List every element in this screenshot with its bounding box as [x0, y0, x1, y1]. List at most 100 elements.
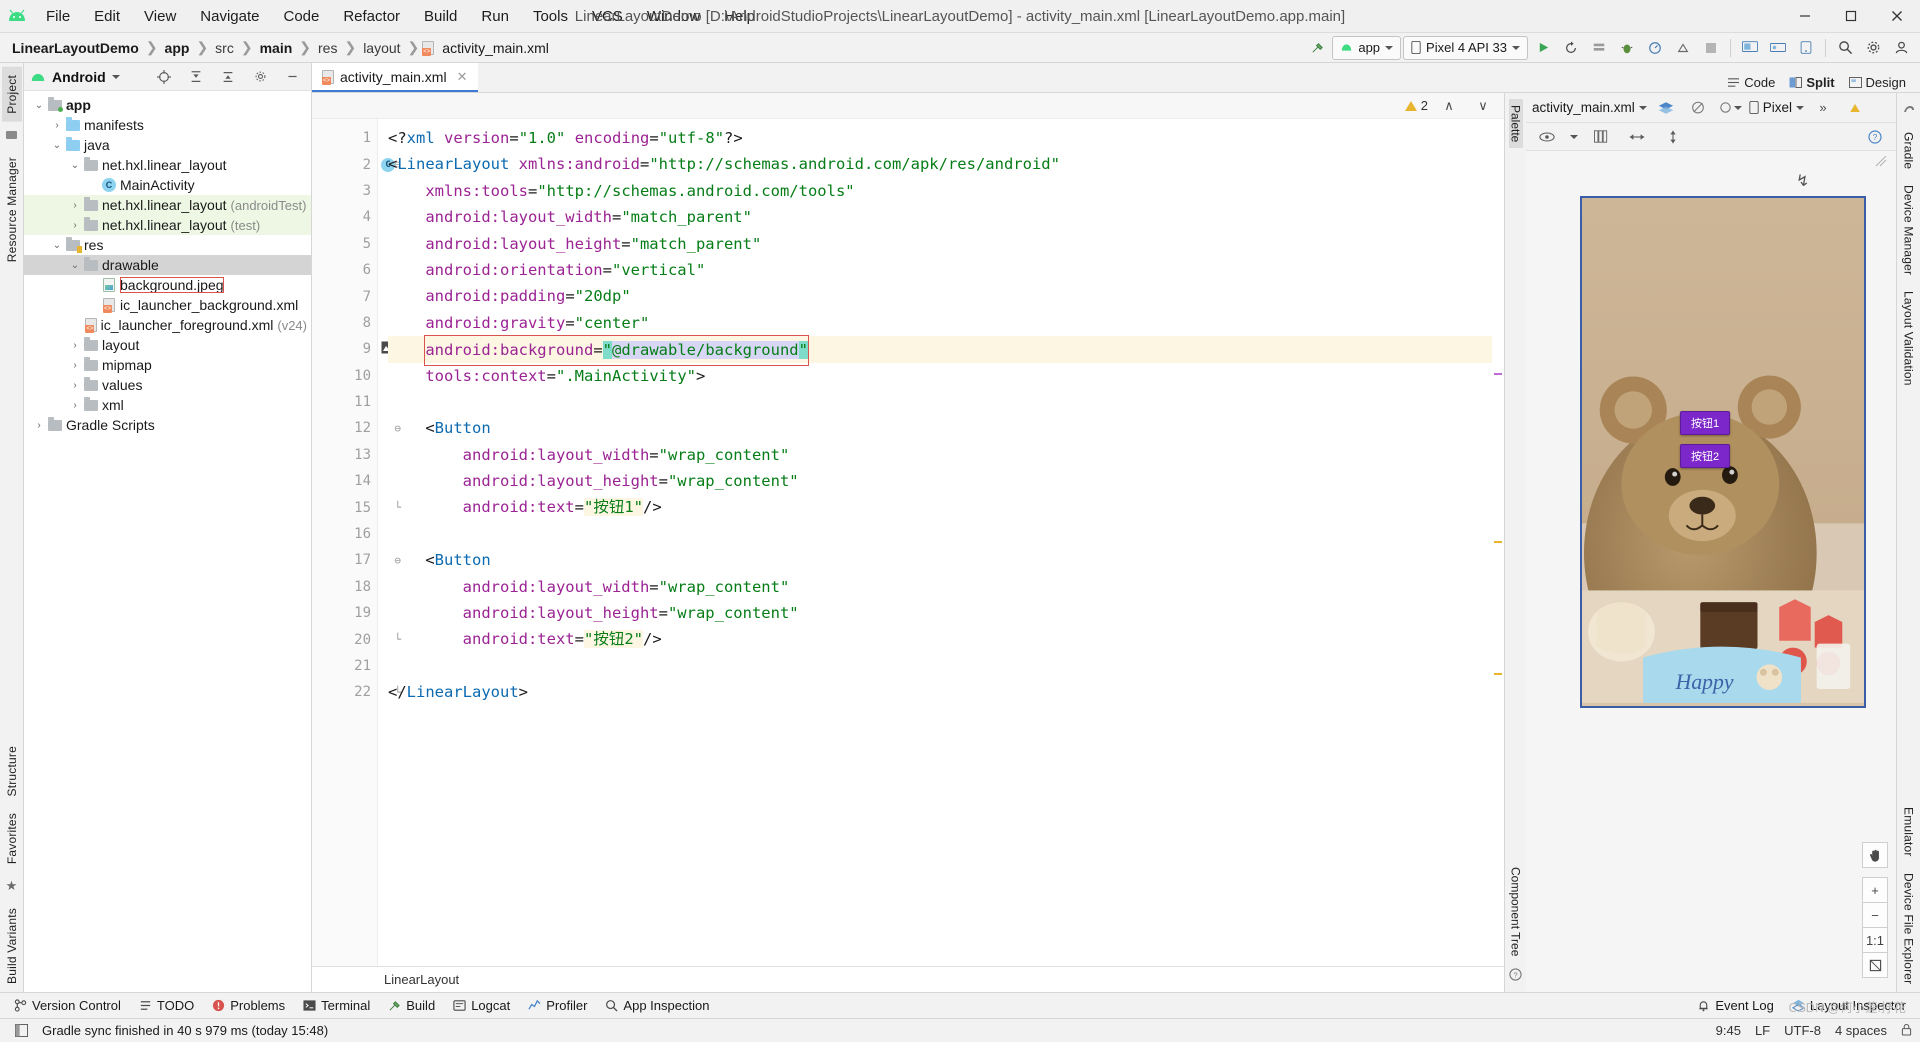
breadcrumb-src[interactable]: src [211, 38, 238, 58]
search-icon[interactable] [1832, 36, 1858, 60]
tree-expand-arrow[interactable]: ⌄ [50, 140, 64, 151]
preview-file-selector[interactable]: activity_main.xml [1532, 100, 1647, 115]
next-problem-icon[interactable]: ∨ [1470, 94, 1496, 118]
menu-build[interactable]: Build [412, 4, 469, 29]
line-number[interactable]: 21 [312, 653, 377, 679]
tree-expand-arrow[interactable]: ⌄ [50, 240, 64, 251]
menu-navigate[interactable]: Navigate [188, 4, 271, 29]
line-number[interactable]: 13 [312, 442, 377, 468]
select-opened-file-icon[interactable] [151, 65, 177, 89]
expand-all-icon[interactable] [183, 65, 209, 89]
code-line[interactable]: <Button [388, 547, 1504, 573]
pan-tool-icon[interactable] [1862, 842, 1888, 868]
code-line[interactable] [388, 521, 1504, 547]
device-selector[interactable]: Pixel 4 API 33 [1403, 35, 1528, 60]
code-line[interactable]: android:padding="20dp" [388, 283, 1504, 309]
code-line[interactable]: android:layout_height="wrap_content" [388, 600, 1504, 626]
breadcrumb-app[interactable]: app [161, 38, 194, 58]
attach-debugger-icon[interactable] [1670, 36, 1696, 60]
code-line[interactable]: android:background="@drawable/background… [388, 335, 1504, 366]
profile-button[interactable] [1642, 36, 1668, 60]
line-number-gutter[interactable]: 1 2 C ⊖ 3 4 5 6 7 8 9 10 11 12 ⊖ 13 14 15 └ 16 17 ⊖ 18 19 20 └ 21 2… [312, 119, 401, 966]
menu-bar[interactable]: File Edit View Navigate Code Refactor Bu… [34, 4, 767, 29]
run-configuration-selector[interactable]: app [1332, 35, 1402, 60]
preview-warning-icon[interactable] [1842, 96, 1868, 120]
tree-expand-arrow[interactable]: ⌄ [68, 260, 82, 271]
code-line[interactable]: android:text="按钮1"/> [388, 494, 1504, 520]
previous-problem-icon[interactable]: ∧ [1436, 94, 1462, 118]
caret-position[interactable]: 9:45 [1716, 1023, 1741, 1038]
sidebar-tab-gradle[interactable]: Gradle [1899, 124, 1919, 177]
zoom-to-fit-button[interactable] [1862, 952, 1888, 978]
device-manager-icon[interactable] [1793, 36, 1819, 60]
line-number[interactable]: 5 [312, 231, 377, 257]
line-number[interactable]: 15 └ [312, 494, 401, 520]
line-number[interactable]: 11 [312, 389, 377, 415]
vertical-constraint-icon[interactable] [1660, 125, 1686, 149]
indent-setting[interactable]: 4 spaces [1835, 1023, 1887, 1038]
code-line[interactable]: android:layout_width="match_parent" [388, 204, 1504, 230]
line-number[interactable]: 19 [312, 600, 377, 626]
zoom-out-button[interactable]: − [1862, 902, 1888, 928]
menu-run[interactable]: Run [469, 4, 521, 29]
line-number[interactable]: 6 [312, 257, 377, 283]
error-stripe[interactable] [1492, 145, 1504, 966]
menu-refactor[interactable]: Refactor [331, 4, 412, 29]
code-line[interactable]: android:layout_width="wrap_content" [388, 574, 1504, 600]
sidebar-tab-emulator[interactable]: Emulator [1899, 799, 1919, 865]
tree-expand-arrow[interactable]: › [68, 400, 82, 411]
tool-problems[interactable]: Problems [204, 996, 293, 1015]
code-line[interactable]: android:text="按钮2"/> [388, 626, 1504, 652]
tool-app-inspection[interactable]: App Inspection [597, 996, 717, 1015]
line-number[interactable]: 8 [312, 310, 377, 336]
code-line[interactable]: android:orientation="vertical" [388, 257, 1504, 283]
tool-profiler[interactable]: Profiler [520, 996, 595, 1015]
minimize-button[interactable] [1782, 0, 1828, 33]
toggle-tool-windows-icon[interactable] [8, 1019, 34, 1042]
orientation-icon[interactable] [1717, 96, 1743, 120]
line-number[interactable]: 17 ⊖ [312, 547, 401, 573]
tree-node-ic-launcher-background-xml[interactable]: ic_launcher_background.xml [24, 295, 311, 315]
sidebar-tab-favorites[interactable]: Favorites [2, 805, 22, 872]
stop-button[interactable] [1698, 36, 1724, 60]
palette-tab[interactable]: Palette [1508, 99, 1523, 149]
code-line[interactable]: tools:context=".MainActivity"> [388, 363, 1504, 389]
chevron-down-icon[interactable] [111, 74, 120, 79]
sidebar-tab-device-manager[interactable]: Device Manager [1899, 177, 1919, 283]
tree-node-net-hxl-linear-layout[interactable]: › net.hxl.linear_layout (test) [24, 215, 311, 235]
code-line[interactable]: android:layout_width="wrap_content" [388, 442, 1504, 468]
breadcrumb-res[interactable]: res [314, 38, 341, 58]
line-separator[interactable]: LF [1755, 1023, 1770, 1038]
hide-panel-icon[interactable] [279, 65, 305, 89]
code-line[interactable] [388, 389, 1504, 415]
tree-node-app[interactable]: ⌄ app [24, 95, 311, 115]
menu-window[interactable]: Window [635, 4, 712, 29]
sdk-manager-icon[interactable] [1765, 36, 1791, 60]
hammer-icon[interactable] [1304, 36, 1330, 60]
avd-manager-icon[interactable] [1737, 36, 1763, 60]
preview-button-2[interactable]: 按钮2 [1680, 444, 1731, 468]
tree-node-res[interactable]: ⌄ res [24, 235, 311, 255]
lock-icon[interactable] [1901, 1023, 1912, 1039]
sidebar-tab-structure[interactable]: Structure [2, 738, 22, 805]
line-number[interactable]: 20 └ [312, 626, 401, 652]
tree-node-layout[interactable]: › layout [24, 335, 311, 355]
element-path-breadcrumb[interactable]: LinearLayout [312, 966, 1504, 992]
tree-expand-arrow[interactable]: › [68, 360, 82, 371]
code-line[interactable]: android:layout_height="wrap_content" [388, 468, 1504, 494]
close-icon[interactable]: ✕ [457, 69, 468, 85]
tree-node-values[interactable]: › values [24, 375, 311, 395]
apply-changes-icon[interactable] [1586, 36, 1612, 60]
sidebar-tab-resource-manager[interactable]: Resource Manager [2, 149, 22, 270]
blueprint-mode-icon[interactable] [1685, 96, 1711, 120]
tree-expand-arrow[interactable]: ⌄ [32, 100, 46, 111]
maximize-button[interactable] [1828, 0, 1874, 33]
code-line[interactable]: <Button [388, 415, 1504, 441]
menu-tools[interactable]: Tools [521, 4, 580, 29]
line-number[interactable]: 3 [312, 178, 377, 204]
tree-node-drawable[interactable]: ⌄ drawable [24, 255, 311, 275]
zoom-in-button[interactable]: + [1862, 877, 1888, 903]
project-files-icon[interactable] [5, 128, 18, 143]
code-line[interactable]: xmlns:tools="http://schemas.android.com/… [388, 178, 1504, 204]
tree-node-mainactivity[interactable]: C MainActivity [24, 175, 311, 195]
